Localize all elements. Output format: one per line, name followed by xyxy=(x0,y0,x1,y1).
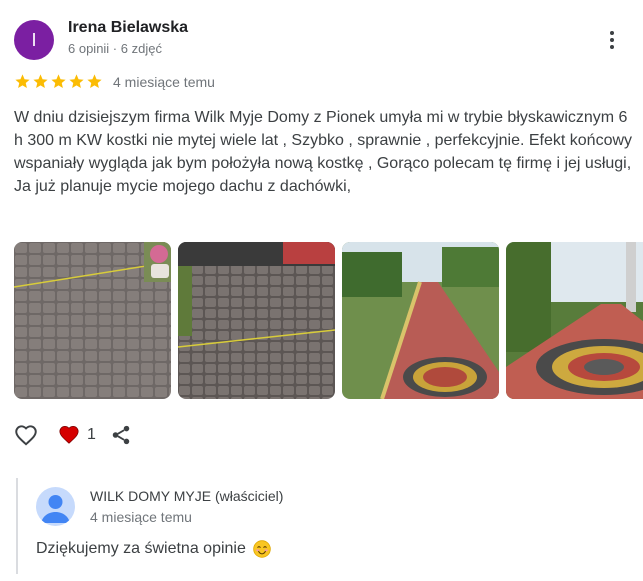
star-icon xyxy=(15,74,30,89)
rating-row: 4 miesiące temu xyxy=(14,73,215,90)
star-icon xyxy=(33,74,48,89)
smiling-face-emoji xyxy=(253,540,271,558)
review-photo-1[interactable] xyxy=(14,242,171,399)
share-icon xyxy=(112,425,130,445)
review-date: 4 miesiące temu xyxy=(113,73,215,90)
review-actions: 1 xyxy=(12,422,132,448)
like-count: 1 xyxy=(87,426,96,443)
owner-name: WILK DOMY MYJE (właściciel) xyxy=(90,488,284,504)
star-icon xyxy=(51,74,66,89)
review-photo-2[interactable] xyxy=(178,242,335,399)
review-photo-4[interactable] xyxy=(506,242,643,399)
like-button[interactable] xyxy=(12,422,40,448)
reply-text: Dziękujemy za świetna opinie xyxy=(36,540,246,557)
owner-avatar xyxy=(36,487,75,526)
author-meta: 6 opinii · 6 zdjęć xyxy=(68,41,162,56)
person-icon xyxy=(41,495,70,523)
reply-date: 4 miesiące temu xyxy=(90,509,192,525)
review-photo-3[interactable] xyxy=(342,242,499,399)
reply-divider xyxy=(16,478,18,574)
heart-outline-icon xyxy=(15,425,37,446)
more-options-button[interactable] xyxy=(604,28,620,52)
review-text: W dniu dzisiejszym firma Wilk Myje Domy … xyxy=(14,109,633,195)
reply-text-row: Dziękujemy za świetna opinie xyxy=(36,539,272,559)
author-name[interactable]: Irena Bielawska xyxy=(68,19,188,37)
author-avatar[interactable]: I xyxy=(14,20,54,60)
heart-filled-icon xyxy=(59,426,79,444)
review-photos xyxy=(14,242,643,399)
reaction-heart[interactable]: 1 xyxy=(40,424,96,446)
more-vert-icon xyxy=(610,31,614,35)
share-button[interactable] xyxy=(96,424,132,446)
star-icon xyxy=(87,74,102,89)
star-icon xyxy=(69,74,84,89)
star-rating xyxy=(14,73,103,90)
